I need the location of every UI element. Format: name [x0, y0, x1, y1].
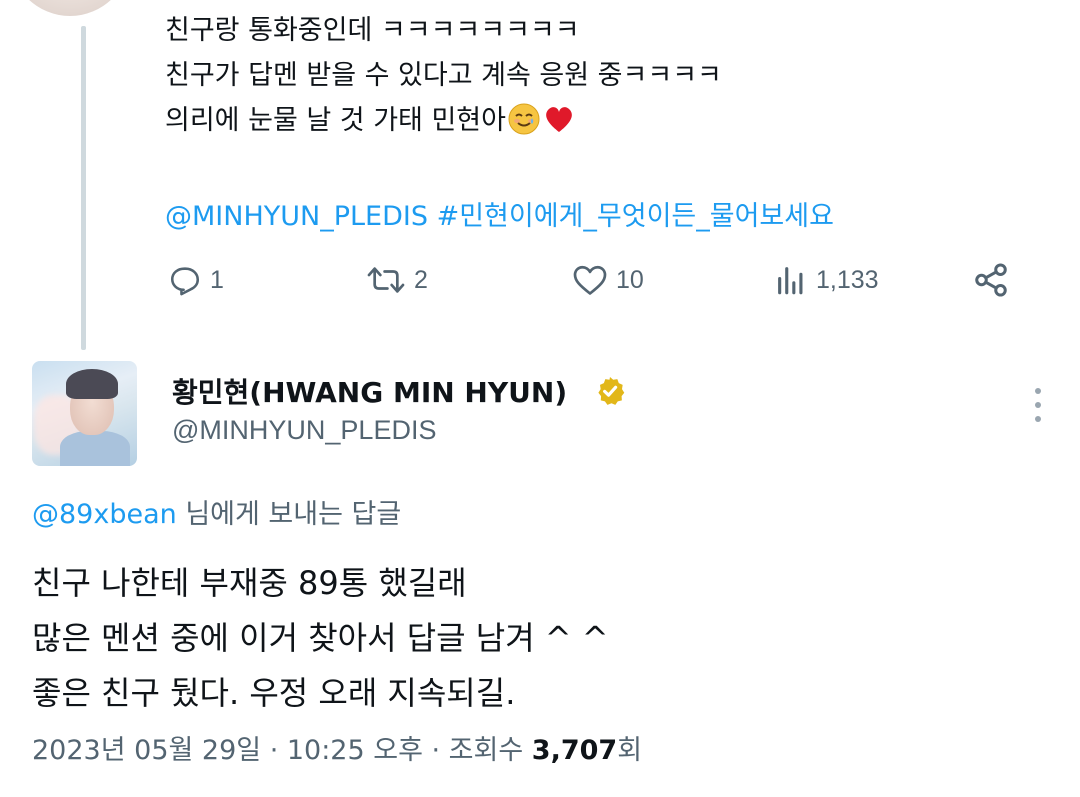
retweet-button[interactable]: 2	[366, 252, 428, 308]
views-icon	[774, 263, 808, 297]
tweet-line: 의리에 눈물 날 것 가태 민현아	[165, 98, 834, 149]
replying-to-label: 님에게 보내는 답글	[176, 499, 402, 530]
reply-line: 친구 나한테 부재중 89통 했길래	[32, 564, 467, 602]
red-heart-emoji	[542, 103, 576, 149]
views-count: 1,133	[816, 265, 879, 294]
views-button[interactable]: 1,133	[774, 252, 879, 308]
like-button[interactable]: 10	[572, 252, 644, 308]
reply-count: 1	[210, 265, 224, 294]
timestamp[interactable]: 2023년 05월 29일 · 10:25 오후 · 조회수	[32, 735, 532, 766]
reply-author-header: 황민현(HWANG MIN HYUN) @MINHYUN_PLEDIS	[32, 361, 1048, 471]
replying-to-mention[interactable]: @89xbean	[32, 499, 177, 530]
tweet-timestamp-views: 2023년 05월 29일 · 10:25 오후 · 조회수 3,707회	[32, 728, 642, 767]
retweet-count: 2	[414, 265, 428, 294]
reply-line: 많은 멘션 중에 이거 찾아서 답글 남겨 ^ ^	[32, 619, 609, 657]
tweet-line: 친구랑 통화중인데 ㅋㅋㅋㅋㅋㅋㅋㅋ	[165, 15, 580, 46]
reply-tweet-text: 친구 나한테 부재중 89통 했길래 많은 멘션 중에 이거 찾아서 답글 남겨…	[32, 556, 609, 721]
views-total: 3,707	[531, 735, 618, 766]
author-avatar[interactable]	[32, 361, 137, 466]
tweet-mentions-hashtag[interactable]: @MINHYUN_PLEDIS #민현이에게_무엇이든_물어보세요	[165, 194, 834, 239]
replying-to-line: @89xbean 님에게 보내는 답글	[32, 492, 401, 531]
thread-connector-line	[81, 26, 86, 350]
like-icon	[572, 263, 608, 297]
avatar-hair-shape	[66, 369, 118, 399]
share-button[interactable]	[972, 252, 1010, 308]
previous-author-avatar[interactable]	[10, 0, 130, 16]
smiling-face-with-tear-emoji	[508, 103, 540, 149]
more-options-button[interactable]	[1028, 383, 1048, 427]
tweet-action-bar: 1 2 10 1,133	[160, 252, 1020, 308]
original-tweet-text: 친구랑 통화중인데 ㅋㅋㅋㅋㅋㅋㅋㅋ 친구가 답멘 받을 수 있다고 계속 응원…	[165, 8, 834, 239]
reply-button[interactable]: 1	[168, 252, 224, 308]
reply-line: 좋은 친구 뒀다. 우정 오래 지속되길.	[32, 674, 516, 712]
retweet-icon	[366, 263, 406, 297]
avatar-body-shape	[60, 431, 130, 466]
author-display-name[interactable]: 황민현(HWANG MIN HYUN)	[172, 371, 567, 411]
more-icon	[1028, 388, 1048, 431]
reply-icon	[168, 263, 202, 297]
share-icon	[972, 261, 1010, 299]
verified-badge-icon[interactable]	[594, 375, 626, 411]
tweet-line: 친구가 답멘 받을 수 있다고 계속 응원 중ㅋㅋㅋㅋ	[165, 60, 722, 91]
like-count: 10	[616, 265, 644, 294]
author-handle[interactable]: @MINHYUN_PLEDIS	[172, 415, 436, 446]
views-suffix: 회	[617, 735, 643, 766]
